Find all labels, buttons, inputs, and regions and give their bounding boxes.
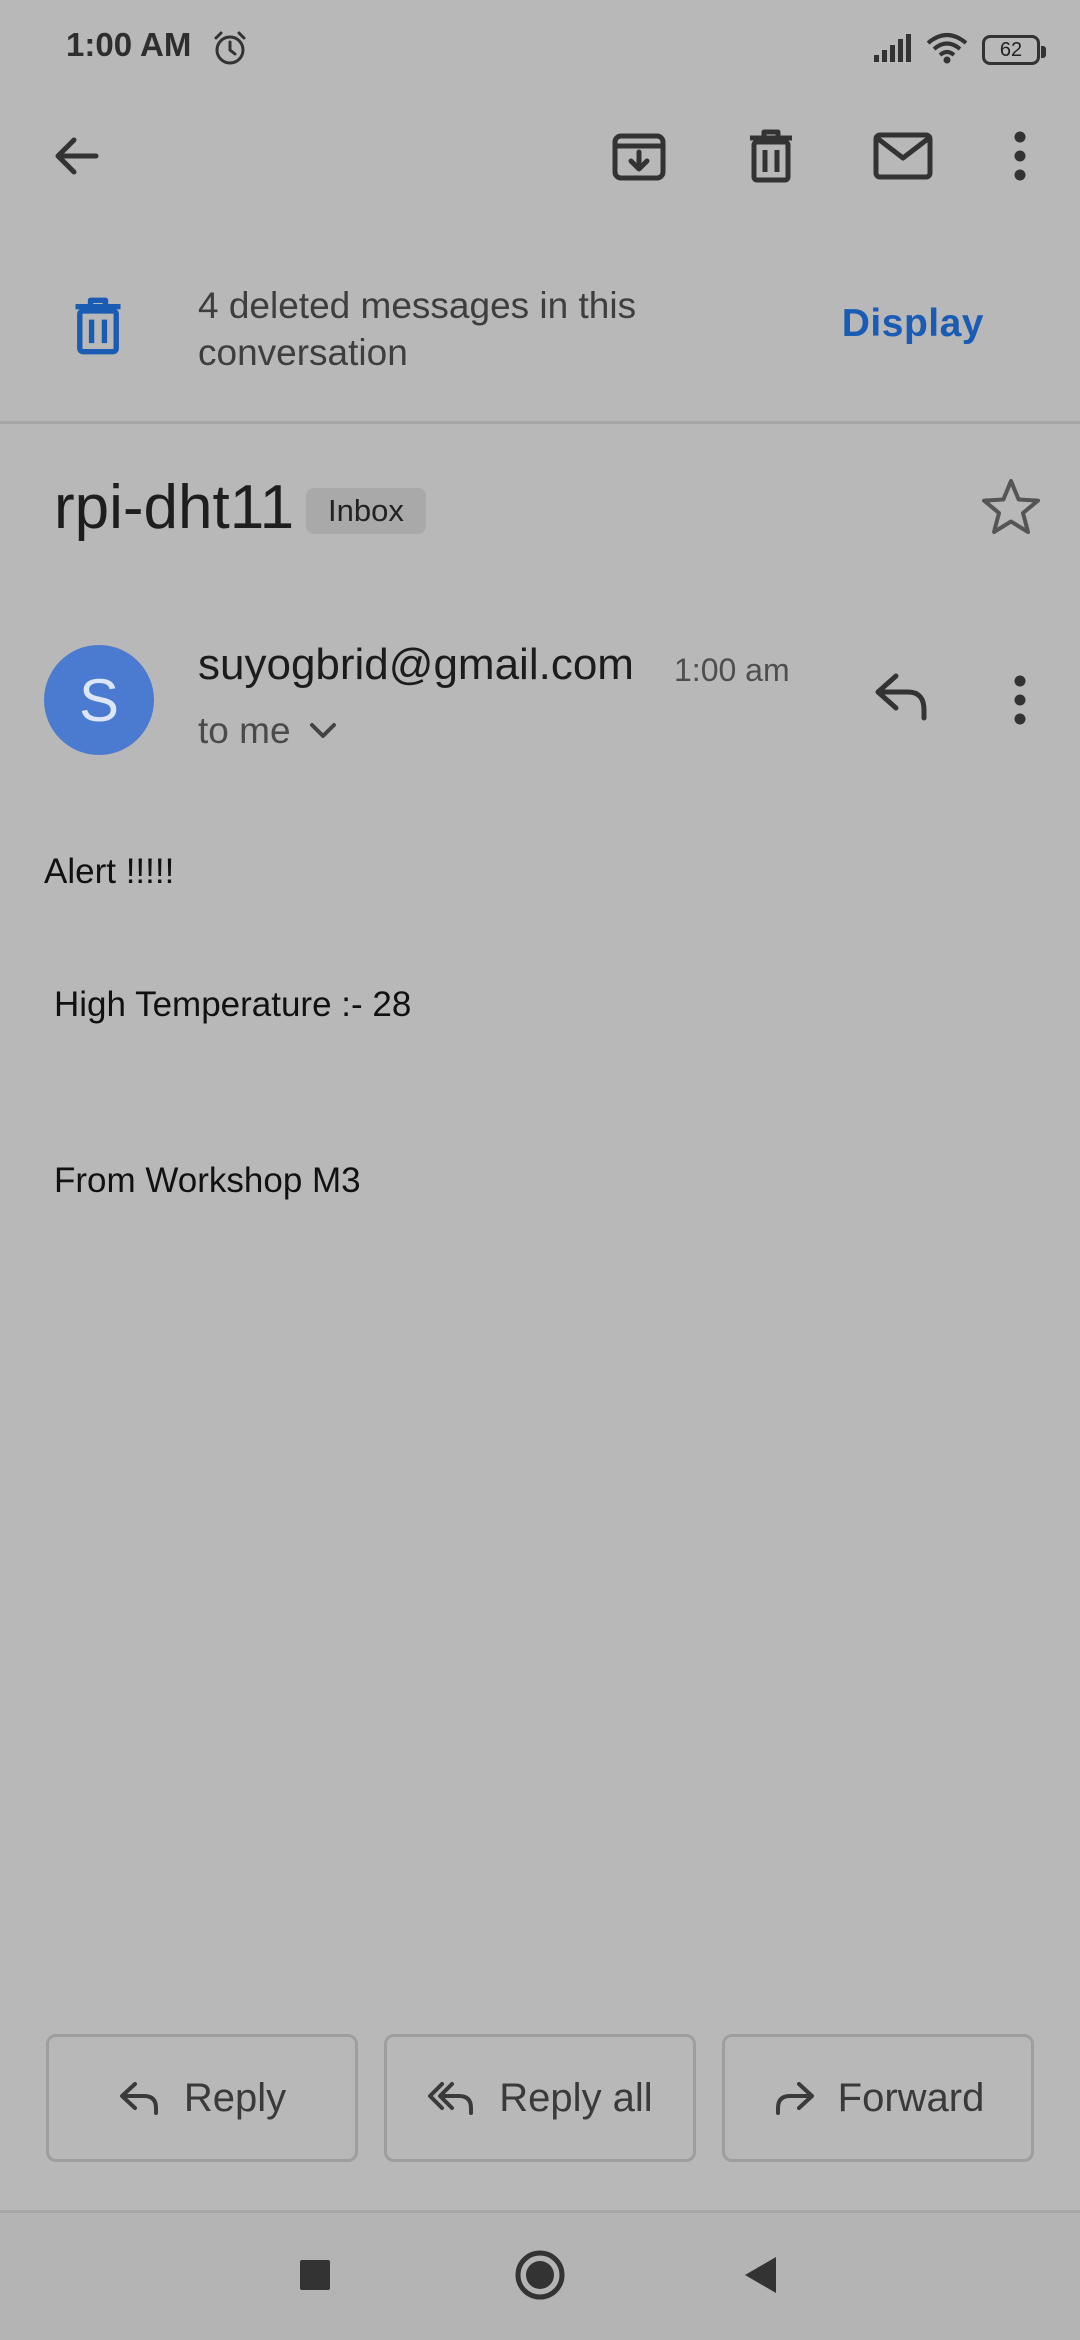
more-vert-icon[interactable] [984,120,1056,192]
home-icon[interactable] [514,2249,566,2306]
display-button[interactable]: Display [842,302,984,346]
message-more-icon[interactable] [1010,674,1030,731]
avatar-letter: S [78,666,120,734]
forward-label: Forward [837,2075,985,2120]
reply-all-label: Reply all [499,2075,653,2120]
reply-button[interactable]: Reply [46,2034,358,2162]
forward-button[interactable]: Forward [722,2034,1034,2162]
star-icon[interactable] [980,476,1042,543]
avatar[interactable]: S [44,645,154,755]
signal-icon [872,33,912,68]
alarm-icon [210,28,250,73]
body-line: Alert !!!!! [44,852,175,891]
forward-icon [775,2082,814,2115]
reply-icon[interactable] [872,670,932,727]
body-line: From Workshop M3 [54,1161,361,1200]
reply-all-icon [428,2082,474,2115]
archive-icon[interactable] [603,120,675,192]
inbox-label[interactable]: Inbox [306,488,426,534]
back-icon[interactable] [742,2255,778,2300]
recipient-text: to me [198,710,291,751]
battery-level: 62 [999,38,1023,61]
recipient-toggle[interactable]: to me [198,710,337,752]
chevron-down-icon [309,723,336,738]
divider [0,421,1080,424]
reply-label: Reply [183,2075,287,2120]
status-time: 1:00 AM [66,26,192,63]
back-arrow-icon[interactable] [40,120,112,192]
reply-icon [119,2082,158,2115]
recents-icon[interactable] [298,2258,332,2297]
wifi-icon [926,32,968,69]
body-line: High Temperature :- 28 [54,985,412,1024]
delete-icon[interactable] [735,120,807,192]
deleted-messages-text: 4 deleted messages in this conversation [198,285,637,373]
status-icons: 62 [872,28,1046,72]
mark-unread-icon[interactable] [867,120,939,192]
message-time: 1:00 am [674,652,790,688]
deleted-trash-icon [70,296,126,361]
subject-title: rpi-dht11 [54,473,295,542]
reply-all-button[interactable]: Reply all [384,2034,696,2162]
sender-email: suyogbrid@gmail.com [198,640,634,689]
battery-icon: 62 [982,35,1046,65]
